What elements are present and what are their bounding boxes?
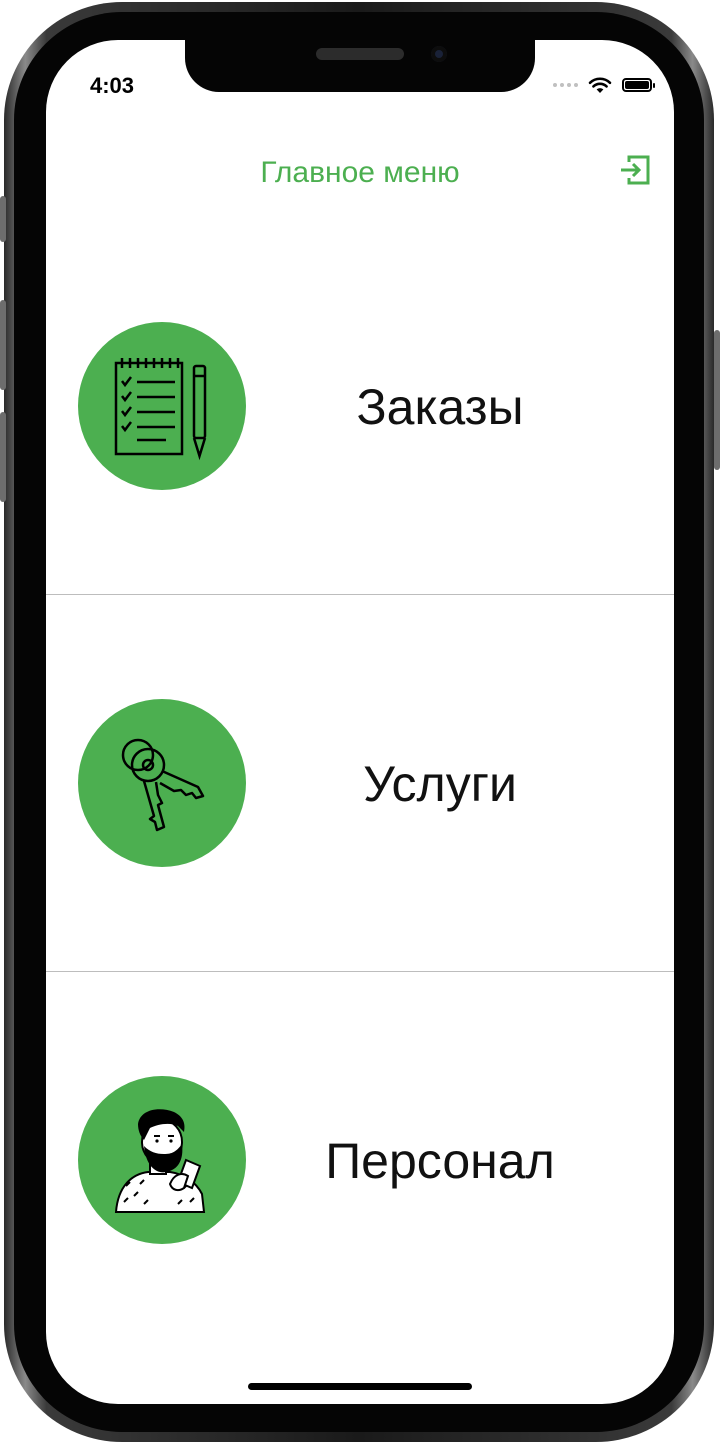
logout-button[interactable] (618, 153, 652, 187)
menu-item-orders[interactable]: Заказы (46, 218, 674, 595)
bearded-man-icon (114, 1109, 206, 1213)
keys-icon (121, 738, 205, 832)
notch (185, 40, 535, 92)
status-time: 4:03 (90, 73, 135, 98)
menu-label-orders: Заказы (356, 379, 524, 435)
app-screen: 4:03 Главное меню Заказы Услуги Персонал (46, 40, 674, 1404)
volume-up-button (0, 300, 6, 390)
battery-icon (622, 78, 655, 92)
services-icon-circle (78, 699, 246, 867)
orders-icon-circle (78, 322, 246, 490)
speaker-grille (316, 48, 404, 60)
menu-label-staff: Персонал (325, 1133, 555, 1189)
front-camera (431, 46, 447, 62)
staff-icon-circle (78, 1076, 246, 1244)
page-title: Главное меню (260, 156, 460, 189)
volume-down-button (0, 412, 6, 502)
menu-item-services[interactable]: Услуги (46, 595, 674, 972)
home-indicator (248, 1383, 472, 1390)
cellular-signal-icon (553, 83, 578, 87)
wifi-icon (588, 77, 612, 93)
menu-label-services: Услуги (363, 756, 517, 812)
mute-switch (0, 196, 6, 242)
power-button (714, 330, 720, 470)
menu-item-staff[interactable]: Персонал (46, 972, 674, 1348)
logout-icon (621, 155, 650, 185)
status-indicators (553, 76, 655, 94)
notepad-checklist-icon (114, 358, 207, 461)
